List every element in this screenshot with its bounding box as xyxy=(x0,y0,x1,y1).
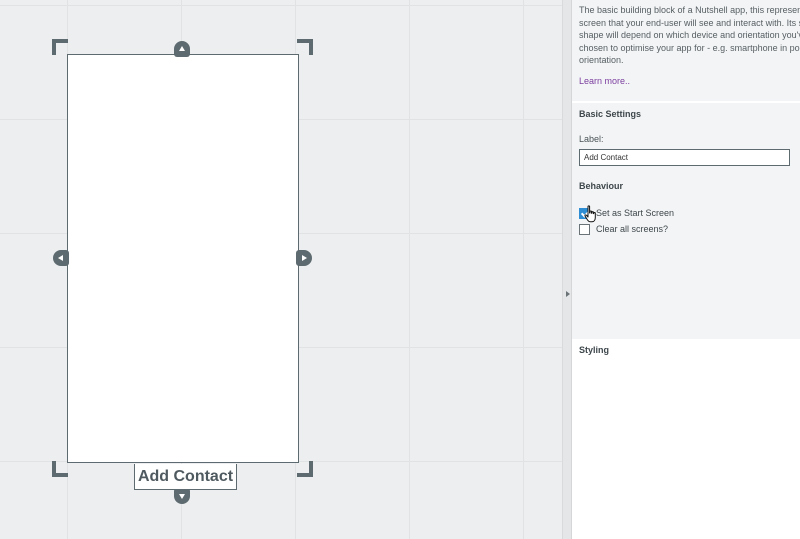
clear-screens-label: Clear all screens? xyxy=(596,224,669,234)
learn-more-link[interactable]: Learn more.. xyxy=(579,76,630,86)
basic-settings-section: Basic Settings Label: Behaviour Set as S… xyxy=(572,103,800,339)
selection-corner-bottom-right xyxy=(297,461,313,477)
label-field-label: Label: xyxy=(579,134,604,144)
description-line: shape will depend on which device and or… xyxy=(579,30,800,40)
start-screen-checkbox[interactable] xyxy=(579,207,590,219)
arrow-left-icon xyxy=(58,255,63,261)
arrow-down-icon xyxy=(179,494,185,499)
resize-handle-bottom[interactable] xyxy=(174,488,190,504)
screen-frame[interactable] xyxy=(67,54,299,463)
description-line: screen that your end-user will see and i… xyxy=(579,17,800,28)
selection-corner-top-left xyxy=(52,39,68,55)
description-section: The basic building block of a Nutshell a… xyxy=(572,0,800,101)
collapse-arrow-icon[interactable] xyxy=(566,291,570,297)
arrow-up-icon xyxy=(179,46,185,51)
selection-corner-bottom-left xyxy=(52,461,68,477)
description-line: The basic building block of a Nutshell a… xyxy=(579,5,800,15)
start-screen-label: Set as Start Screen xyxy=(596,208,675,218)
resize-handle-top[interactable] xyxy=(174,41,190,57)
description-line: orientation. xyxy=(579,55,624,65)
description-line: chosen to optimise your app for - e.g. s… xyxy=(579,42,800,53)
screen-description: The basic building block of a Nutshell a… xyxy=(579,4,800,67)
styling-title: Styling xyxy=(579,345,610,355)
behaviour-title: Behaviour xyxy=(579,181,624,191)
resize-handle-right[interactable] xyxy=(296,250,312,266)
clear-screens-option[interactable]: Clear all screens? xyxy=(579,222,793,236)
basic-settings-title: Basic Settings xyxy=(579,109,642,119)
arrow-right-icon xyxy=(302,255,307,261)
properties-panel: The basic building block of a Nutshell a… xyxy=(572,0,800,539)
design-canvas[interactable]: Add Contact xyxy=(0,0,562,539)
label-input[interactable] xyxy=(579,149,790,166)
panel-splitter[interactable] xyxy=(562,0,572,539)
selection-corner-top-right xyxy=(297,39,313,55)
styling-section: Styling xyxy=(572,339,800,361)
screen-name-label[interactable]: Add Contact xyxy=(134,464,237,490)
clear-screens-checkbox[interactable] xyxy=(579,223,590,235)
resize-handle-left[interactable] xyxy=(53,250,69,266)
start-screen-option[interactable]: Set as Start Screen xyxy=(579,206,793,220)
